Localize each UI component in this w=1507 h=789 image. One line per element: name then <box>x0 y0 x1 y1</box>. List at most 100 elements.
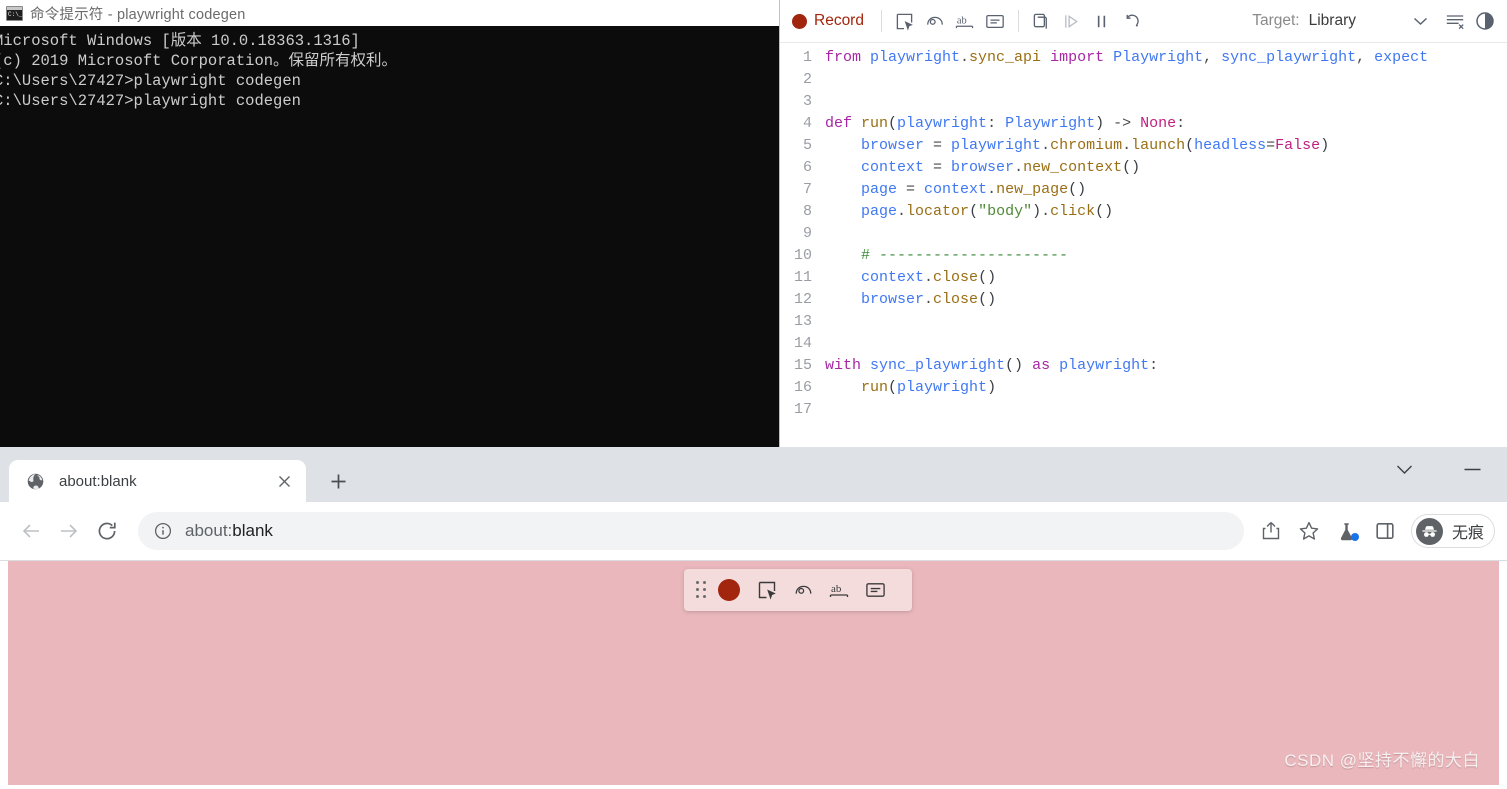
code-line-text: # --------------------- <box>861 247 1069 264</box>
line-number: 8 <box>802 203 812 220</box>
assert-text-ab-icon[interactable]: ab <box>951 7 979 35</box>
toolbar-divider <box>1017 10 1019 32</box>
pause-icon[interactable] <box>1088 7 1116 35</box>
line-number: 3 <box>802 93 812 110</box>
code-line: 11 context.close() <box>780 267 1507 289</box>
code-line-text: browser = playwright.chromium.launch(hea… <box>861 137 1330 154</box>
code-line-text: from playwright.sync_api import Playwrig… <box>825 49 1429 66</box>
code-line-text: browser.close() <box>861 291 997 308</box>
code-line: 14 <box>780 333 1507 355</box>
resume-icon[interactable] <box>1118 7 1146 35</box>
line-number: 10 <box>793 247 812 264</box>
step-over-icon[interactable] <box>1058 7 1086 35</box>
incognito-label: 无痕 <box>1451 525 1484 542</box>
copy-icon[interactable] <box>1028 7 1056 35</box>
target-label: Target: <box>1252 12 1300 29</box>
drag-handle-icon[interactable] <box>692 579 710 601</box>
cmd-console-output[interactable]: Microsoft Windows [版本 10.0.18363.1316] (… <box>0 26 779 447</box>
code-line: 4 def run(playwright: Playwright) -> None… <box>780 113 1507 135</box>
code-line: 10 # --------------------- <box>780 245 1507 267</box>
info-circle-icon[interactable] <box>152 520 174 542</box>
recorder-overlay-toolbar: ab <box>684 569 912 611</box>
chevron-down-icon[interactable] <box>1407 16 1433 26</box>
minimize-icon[interactable] <box>1451 455 1493 483</box>
reload-icon[interactable] <box>88 512 126 550</box>
assert-value-box-icon[interactable] <box>981 7 1009 35</box>
code-line: 3 <box>780 91 1507 113</box>
page-viewport[interactable]: ab CSDN @坚持不懈的大白 <box>8 561 1499 785</box>
code-line: 17 <box>780 399 1507 421</box>
inspector-toolbar: Record ab Target: Library <box>780 0 1507 43</box>
pick-locator-icon[interactable] <box>750 575 784 605</box>
record-button-label: Record <box>814 12 864 29</box>
line-number: 4 <box>802 115 812 132</box>
record-button[interactable]: Record <box>790 10 872 32</box>
omnibox-actions: 无痕 <box>1252 512 1495 550</box>
pick-locator-icon[interactable] <box>891 7 919 35</box>
url-rest: blank <box>232 521 273 540</box>
globe-icon <box>26 472 45 491</box>
code-line: 5 browser = playwright.chromium.launch(h… <box>780 135 1507 157</box>
line-number: 2 <box>802 71 812 88</box>
new-tab-button[interactable] <box>323 466 353 496</box>
line-number: 9 <box>802 225 812 242</box>
assert-visibility-eye-icon[interactable] <box>786 575 820 605</box>
cmd-line: Microsoft Windows [版本 10.0.18363.1316] <box>0 32 360 50</box>
tab-title: about:blank <box>59 472 137 490</box>
cmd-title-bar[interactable]: 命令提示符 - playwright codegen <box>0 0 779 26</box>
assert-value-box-icon[interactable] <box>858 575 892 605</box>
assert-text-ab-icon[interactable]: ab <box>822 575 856 605</box>
line-number: 13 <box>793 313 812 330</box>
cmd-line: C:\Users\27427>playwright codegen <box>0 72 301 90</box>
back-arrow-icon[interactable] <box>12 512 50 550</box>
line-number: 7 <box>802 181 812 198</box>
code-line: 7 page = context.new_page() <box>780 179 1507 201</box>
address-bar[interactable]: about:blank <box>138 512 1244 550</box>
browser-tab[interactable]: about:blank <box>9 460 306 502</box>
incognito-icon <box>1415 517 1443 545</box>
code-line: 9 <box>780 223 1507 245</box>
code-line-text: context = browser.new_context() <box>861 159 1141 176</box>
code-line-text: with sync_playwright() as playwright: <box>825 357 1159 374</box>
code-line-text: page = context.new_page() <box>861 181 1087 198</box>
omnibox-toolbar: about:blank 无痕 <box>0 502 1507 561</box>
line-number: 14 <box>793 335 812 352</box>
line-number: 5 <box>802 137 812 154</box>
cmd-window-title: 命令提示符 - playwright codegen <box>30 6 246 23</box>
code-line-text: context.close() <box>861 269 997 286</box>
code-line: 13 <box>780 311 1507 333</box>
code-line-text: page.locator("body").click() <box>861 203 1114 220</box>
chrome-browser-window: about:blank about:blank 无痕 ab CSDN @坚持不懈… <box>0 447 1507 789</box>
code-line-text: def run(playwright: Playwright) -> None: <box>825 115 1186 132</box>
bookmark-star-icon[interactable] <box>1290 512 1328 550</box>
experiments-flask-icon[interactable] <box>1328 512 1366 550</box>
toggle-theme-icon[interactable] <box>1471 7 1499 35</box>
target-selector[interactable]: Target: Library <box>1252 12 1433 30</box>
code-line: 1 from playwright.sync_api import Playwri… <box>780 47 1507 69</box>
cmd-line: C:\Users\27427>playwright codegen <box>0 92 301 110</box>
close-icon[interactable] <box>272 469 296 493</box>
url-scheme: about: <box>185 521 233 540</box>
code-line: 16 run(playwright) <box>780 377 1507 399</box>
line-number: 15 <box>793 357 812 374</box>
clear-log-icon[interactable] <box>1441 7 1469 35</box>
incognito-indicator[interactable]: 无痕 <box>1410 514 1495 548</box>
record-dot-icon[interactable] <box>718 579 740 601</box>
line-number: 17 <box>793 401 812 418</box>
svg-text:ab: ab <box>957 15 967 26</box>
side-panel-icon[interactable] <box>1366 512 1404 550</box>
screen: 命令提示符 - playwright codegen Microsoft Win… <box>0 0 1507 789</box>
assert-visibility-eye-icon[interactable] <box>921 7 949 35</box>
chevron-down-icon[interactable] <box>1383 455 1425 483</box>
generated-code-editor[interactable]: 1 from playwright.sync_api import Playwri… <box>780 43 1507 447</box>
command-prompt-window: 命令提示符 - playwright codegen Microsoft Win… <box>0 0 779 447</box>
share-icon[interactable] <box>1252 512 1290 550</box>
line-number: 16 <box>793 379 812 396</box>
forward-arrow-icon[interactable] <box>50 512 88 550</box>
update-badge-dot <box>1350 533 1359 541</box>
